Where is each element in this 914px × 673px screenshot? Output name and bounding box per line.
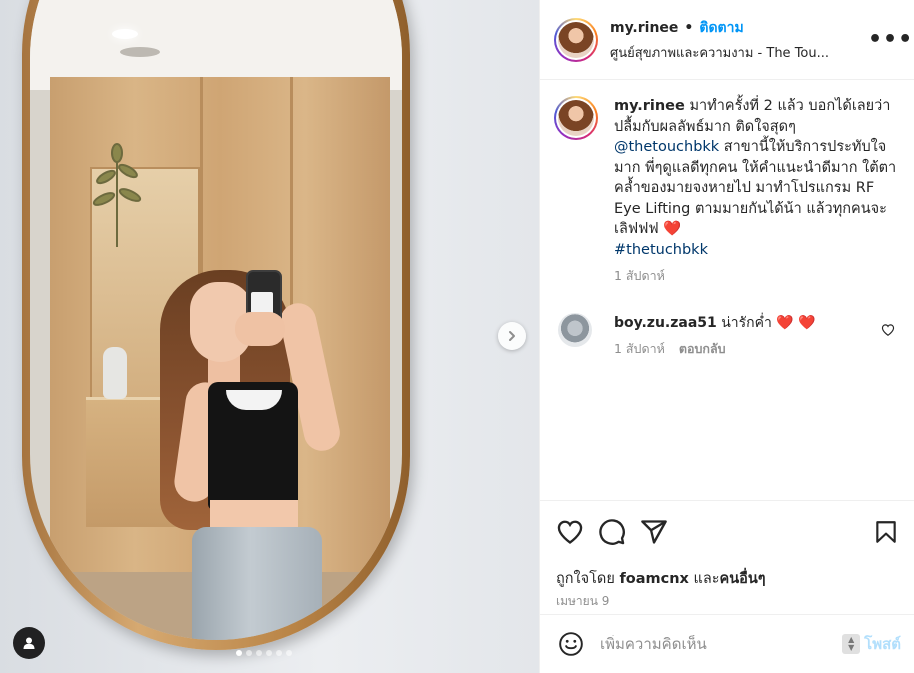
phone-sticker (251, 292, 273, 314)
carousel-dot (276, 650, 282, 656)
comment-bubble-icon (599, 519, 625, 545)
more-options-button[interactable]: ••• (868, 27, 912, 52)
ceiling-vent (120, 47, 160, 57)
liker-username[interactable]: foamcnx (619, 571, 688, 587)
like-button[interactable] (556, 518, 584, 546)
comment-like-button[interactable] (876, 313, 900, 359)
carousel-dot (266, 650, 272, 656)
caption: my.rinee มาทำครั้งที่ 2 แล้ว บอกได้เลยว่… (554, 96, 900, 287)
caption-time[interactable]: 1 สัปดาห์ (614, 266, 665, 287)
others-link[interactable]: คนอื่นๆ (720, 571, 766, 587)
plant-image (92, 143, 142, 247)
vase (103, 347, 127, 399)
next-photo-button[interactable] (498, 322, 526, 350)
commenter-avatar[interactable] (558, 312, 592, 347)
mirror-reflection (30, 0, 402, 640)
post-header: my.rinee • ติดตาม ศูนย์สุขภาพและความงาม … (540, 0, 914, 80)
avatar-image (558, 21, 594, 58)
mention-link[interactable]: @thetouchbkk (614, 139, 719, 155)
spinner-arrows-icon: ▲ ▼ (842, 634, 861, 654)
carousel-dot (246, 650, 252, 656)
save-button[interactable] (873, 518, 899, 546)
caption-username[interactable]: my.rinee (614, 98, 685, 114)
location-link[interactable]: ศูนย์สุขภาพและความงาม - The Tou... (610, 42, 860, 63)
comment-item: boy.zu.zaa51 น่ารักค่ำ ❤️ ❤️ 1 สัปดาห์ ต… (554, 312, 900, 359)
carousel-dot (236, 650, 242, 656)
emoji-button[interactable] (558, 631, 584, 657)
commenter-username[interactable]: boy.zu.zaa51 (614, 315, 717, 331)
post-actions: ถูกใจโดย foamcnx และคนอื่นๆ เมษายน 9 (540, 500, 914, 611)
tagged-users-button[interactable] (13, 627, 45, 659)
share-button[interactable] (640, 518, 668, 546)
comment-button[interactable] (598, 518, 626, 546)
heart-emoji: ❤️ ❤️ (776, 314, 816, 331)
carousel-indicator (236, 650, 292, 656)
carousel-dot (256, 650, 262, 656)
likes-summary: ถูกใจโดย foamcnx และคนอื่นๆ (556, 571, 766, 587)
follow-button[interactable]: ติดตาม (699, 17, 743, 39)
paper-plane-icon (641, 520, 667, 544)
post-comment-button[interactable]: ▲ ▼ โพสต์ (842, 632, 901, 656)
avatar[interactable] (554, 17, 598, 62)
smiley-icon (559, 632, 583, 656)
post-date[interactable]: เมษายน 9 (556, 592, 899, 611)
chevron-right-icon (509, 331, 515, 341)
heart-outline-icon (557, 520, 583, 544)
post-details-panel: my.rinee • ติดตาม ศูนย์สุขภาพและความงาม … (539, 0, 914, 673)
bookmark-icon (876, 521, 896, 543)
heart-emoji: ❤️ (663, 221, 682, 237)
more-options-icon: ••• (868, 27, 914, 52)
username-link[interactable]: my.rinee (610, 20, 678, 36)
user-icon (23, 637, 35, 649)
post-photo[interactable] (0, 0, 539, 673)
add-comment-bar: ▲▼ โพสต์ (540, 614, 914, 673)
person-hand (235, 312, 285, 346)
ceiling-light (112, 29, 138, 39)
separator-dot: • (684, 19, 694, 36)
heart-outline-icon (881, 323, 895, 336)
hashtag-link[interactable]: #thetuchbkk (614, 242, 708, 258)
avatar[interactable] (554, 96, 598, 140)
comment-input[interactable] (600, 635, 843, 653)
comments-section: my.rinee มาทำครั้งที่ 2 แล้ว บอกได้เลยว่… (540, 80, 914, 500)
avatar-image (558, 100, 594, 136)
reply-button[interactable]: ตอบกลับ (679, 339, 726, 359)
carousel-dot (286, 650, 292, 656)
person-jeans (192, 527, 322, 640)
comment-time[interactable]: 1 สัปดาห์ (614, 339, 665, 359)
comment-text: น่ารักค่ำ (716, 314, 777, 331)
caption-text: my.rinee มาทำครั้งที่ 2 แล้ว บอกได้เลยว่… (614, 98, 897, 258)
